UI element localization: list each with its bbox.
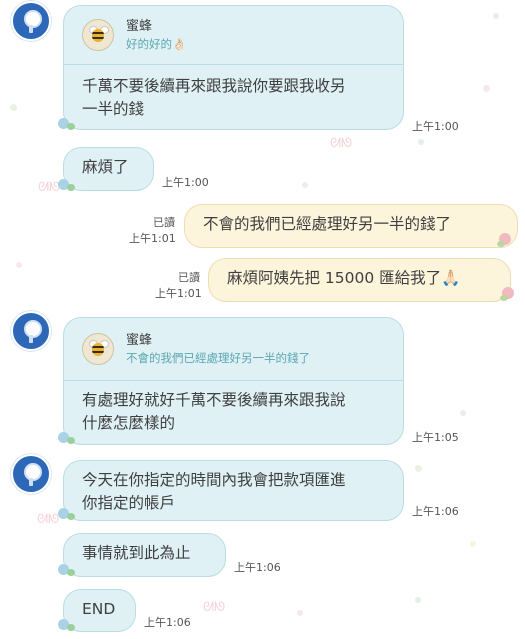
message-time: 上午1:01 <box>129 232 176 245</box>
flower-decoration-icon <box>58 506 78 522</box>
flower-decoration-icon <box>497 232 517 248</box>
reply-quote[interactable]: 蜜蜂 好的好的👌🏻 <box>64 6 403 65</box>
bee-avatar-icon <box>82 19 114 51</box>
flower-decoration-icon <box>58 617 78 633</box>
bee-avatar-icon <box>82 333 114 365</box>
reply-sender-name: 蜜蜂 <box>126 18 153 34</box>
flower-decoration-icon <box>58 562 78 578</box>
message-text: 麻煩阿姨先把 15000 匯給我了🙏🏻 <box>227 269 461 287</box>
message-time: 上午1:00 <box>162 176 209 189</box>
background-dot <box>418 139 424 145</box>
background-dot <box>493 13 499 19</box>
background-dot <box>302 182 308 188</box>
contact-avatar[interactable] <box>11 311 51 351</box>
message-time: 上午1:01 <box>155 287 202 300</box>
message-time: 上午1:06 <box>412 505 459 518</box>
message-bubble[interactable]: 麻煩阿姨先把 15000 匯給我了🙏🏻 <box>208 258 511 302</box>
message-bubble[interactable]: 蜜蜂 好的好的👌🏻 千萬不要後續再來跟我說你要跟我收另 一半的錢 <box>63 5 404 130</box>
read-receipt: 已讀 <box>153 216 175 229</box>
reply-quoted-text: 好的好的👌🏻 <box>126 36 187 51</box>
message-text: 千萬不要後續再來跟我說你要跟我收另 一半的錢 <box>82 77 346 118</box>
reply-quote[interactable]: 蜜蜂 不會的我們已經處理好另一半的錢了 <box>64 318 403 381</box>
background-dot <box>10 104 17 111</box>
message-text: 不會的我們已經處理好另一半的錢了 <box>203 215 452 233</box>
contact-avatar[interactable] <box>11 1 51 41</box>
bunny-decoration: ᘛᘚ <box>37 512 60 527</box>
message-time: 上午1:06 <box>144 616 191 629</box>
message-bubble[interactable]: 不會的我們已經處理好另一半的錢了 <box>184 204 518 248</box>
flower-decoration-icon <box>500 286 520 302</box>
message-bubble[interactable]: 今天在你指定的時間內我會把款項匯進 你指定的帳戶 <box>63 460 404 521</box>
background-dot <box>470 541 476 547</box>
message-text: 今天在你指定的時間內我會把款項匯進 你指定的帳戶 <box>82 471 346 512</box>
message-time: 上午1:06 <box>234 561 281 574</box>
message-bubble[interactable]: 事情就到此為止 <box>63 533 226 577</box>
background-dot <box>460 410 466 416</box>
contact-avatar[interactable] <box>11 454 51 494</box>
background-dot <box>297 610 303 616</box>
reply-sender-name: 蜜蜂 <box>126 332 153 348</box>
background-dot <box>483 85 490 92</box>
background-dot <box>16 262 22 268</box>
message-time: 上午1:05 <box>412 431 459 444</box>
message-bubble[interactable]: 蜜蜂 不會的我們已經處理好另一半的錢了 有處理好就好千萬不要後續再來跟我說 什麼… <box>63 317 404 445</box>
message-text: 事情就到此為止 <box>82 544 191 562</box>
bunny-decoration: ᘛᘚ <box>38 180 61 195</box>
background-dot <box>415 465 422 472</box>
background-dot <box>415 597 421 603</box>
bunny-decoration: ᘛᘚ <box>330 136 353 151</box>
bunny-decoration: ᘛᘚ <box>203 600 226 615</box>
message-text: 有處理好就好千萬不要後續再來跟我說 什麼怎麼樣的 <box>82 391 346 432</box>
flower-decoration-icon <box>58 430 78 446</box>
flower-decoration-icon <box>58 177 78 193</box>
read-receipt: 已讀 <box>178 271 200 284</box>
flower-decoration-icon <box>58 116 78 132</box>
reply-quoted-text: 不會的我們已經處理好另一半的錢了 <box>126 350 310 365</box>
message-time: 上午1:00 <box>412 120 459 133</box>
